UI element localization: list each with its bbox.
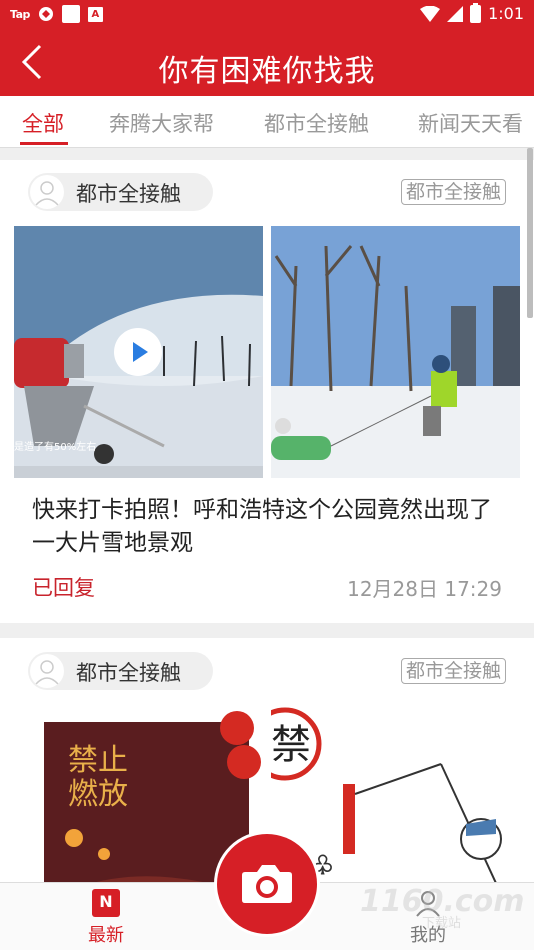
svg-text:禁: 禁 [271,722,311,768]
avatar [30,654,64,688]
app-screen: Tap A 1:01 你有困难你找我 全部 奔腾大家帮 都市全接触 新闻天天看 … [0,0,534,950]
feed-scrollbar[interactable] [527,148,533,318]
status-bar: Tap A 1:01 [0,0,534,28]
source-pill[interactable]: 都市全接触 [28,173,213,211]
clock: 1:01 [488,4,524,23]
nav-latest[interactable]: N 最新 [76,889,136,947]
carrier-label: Tap [10,7,30,21]
watermark-sub: 下载站 [422,916,462,931]
news-icon: N [92,889,120,917]
source-tag: 都市全接触 [400,179,506,205]
source-name: 都市全接触 [76,661,181,685]
source-name: 都市全接触 [76,182,181,206]
battery-icon [470,2,482,23]
signal-icon [447,5,464,22]
notification-icon [61,5,80,23]
post-timestamp: 12月28日 17:29 [347,577,502,601]
tab-dushi[interactable]: 都市全接触 [264,108,369,138]
snow-park-image [271,226,520,478]
nav-latest-label: 最新 [88,925,124,946]
source-tag: 都市全接触 [400,658,506,684]
post-title[interactable]: 快来打卡拍照！呼和浩特这个公园竟然出现了一大片雪地景观 [32,494,508,560]
post-card[interactable]: 都市全接触 都市全接触 是造了有50%左右 快来打卡拍照！呼和浩特这个公园竟然出… [0,160,534,623]
page-title: 你有困难你找我 [158,54,376,89]
reply-status-badge: 已回复 [32,576,95,600]
video-subtitle: 是造了有50%左右 [14,442,97,453]
user-icon [35,660,59,685]
watermark: 1160.com 下载站 [330,884,525,931]
tab-benteng[interactable]: 奔腾大家帮 [109,108,214,138]
camera-icon [242,865,292,903]
category-tabs: 全部 奔腾大家帮 都市全接触 新闻天天看 [0,96,534,148]
wifi-icon [420,5,441,22]
post-feed[interactable]: 都市全接触 都市全接触 是造了有50%左右 快来打卡拍照！呼和浩特这个公园竟然出… [0,148,534,882]
avatar [30,175,64,209]
tab-all[interactable]: 全部 [22,108,64,138]
video-thumbnail[interactable]: 是造了有50%左右 [14,226,263,478]
active-tab-indicator [20,142,68,145]
camera-button[interactable] [217,834,317,934]
user-icon [35,181,59,206]
post-image[interactable] [271,226,520,478]
poster-text: 禁止燃放 [68,743,128,812]
source-pill[interactable]: 都市全接触 [28,652,213,690]
app-notification-icon: A [87,6,103,22]
sync-icon [38,7,53,21]
play-icon[interactable] [114,328,162,376]
app-header: 你有困难你找我 [0,28,534,96]
tab-news[interactable]: 新闻天天看 [418,108,523,138]
